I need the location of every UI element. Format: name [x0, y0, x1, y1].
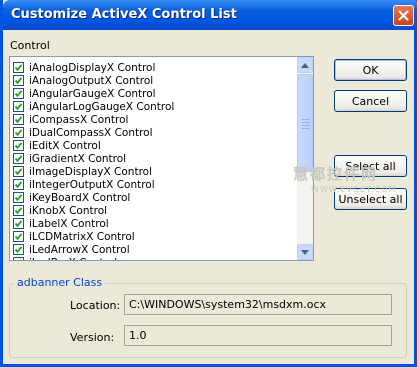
item-checkbox[interactable] — [13, 166, 24, 177]
check-icon — [14, 64, 23, 72]
check-icon — [14, 168, 23, 176]
item-checkbox[interactable] — [13, 153, 24, 164]
version-label: Version: — [70, 331, 115, 344]
list-item-label: iAnalogOutputX Control — [29, 74, 154, 87]
item-checkbox[interactable] — [13, 62, 24, 73]
list-item-label: iIntegerOutputX Control — [29, 178, 155, 191]
list-item[interactable]: iLedArrowX Control — [10, 243, 298, 256]
control-list[interactable]: iAnalogDisplayX Control iAnalogOutputX Co… — [9, 56, 314, 261]
list-item-label: iAngularLogGaugeX Control — [29, 100, 175, 113]
scroll-thumb[interactable] — [297, 74, 313, 172]
thumb-grip-line — [302, 119, 310, 120]
check-icon — [14, 103, 23, 111]
thumb-grip-line — [302, 128, 310, 129]
title-bar[interactable]: Customize ActiveX Control List — [3, 0, 417, 30]
list-item[interactable]: iCompassX Control — [10, 113, 298, 126]
check-icon — [14, 181, 23, 189]
item-checkbox[interactable] — [13, 179, 24, 190]
item-checkbox[interactable] — [13, 244, 24, 255]
arrow-up-icon — [301, 62, 309, 68]
list-item[interactable]: iAngularLogGaugeX Control — [10, 100, 298, 113]
item-checkbox[interactable] — [13, 127, 24, 138]
window-title: Customize ActiveX Control List — [11, 7, 237, 22]
check-icon — [14, 246, 23, 254]
control-list-label: Control — [10, 39, 50, 52]
list-item[interactable]: iLCDMatrixX Control — [10, 230, 298, 243]
list-item-label: iKeyBoardX Control — [29, 191, 131, 204]
ok-button[interactable]: OK — [334, 59, 407, 81]
item-checkbox[interactable] — [13, 114, 24, 125]
check-icon — [20, 259, 22, 260]
list-item-label: iEditX Control — [29, 139, 101, 152]
list-item[interactable]: iLedBarX Control — [10, 256, 298, 261]
location-label: Location: — [70, 299, 121, 312]
item-checkbox[interactable] — [13, 218, 24, 229]
list-item[interactable]: iIntegerOutputX Control — [10, 178, 298, 191]
check-icon — [14, 207, 23, 215]
list-item[interactable]: iAnalogOutputX Control — [10, 74, 298, 87]
list-item-label: iAnalogDisplayX Control — [29, 61, 156, 74]
list-item[interactable]: iAngularGaugeX Control — [10, 87, 298, 100]
check-icon — [14, 90, 23, 98]
check-icon — [14, 77, 23, 85]
list-item[interactable]: iKeyBoardX Control — [10, 191, 298, 204]
scroll-up-button[interactable] — [297, 57, 313, 73]
list-item-label: iCompassX Control — [29, 113, 129, 126]
item-checkbox[interactable] — [13, 101, 24, 112]
list-item[interactable]: iEditX Control — [10, 139, 298, 152]
list-scrollbar[interactable] — [297, 57, 313, 260]
check-icon — [14, 194, 23, 202]
thumb-grip-line — [302, 125, 310, 126]
location-field[interactable]: C:\WINDOWS\system32\msdxm.ocx — [124, 294, 392, 315]
list-item-label: iGradientX Control — [29, 152, 127, 165]
item-checkbox[interactable] — [13, 192, 24, 203]
item-checkbox[interactable] — [13, 257, 24, 260]
thumb-grip-line — [302, 122, 310, 123]
close-icon — [398, 10, 409, 21]
list-item-label: iLedBarX Control — [29, 257, 117, 261]
item-checkbox[interactable] — [13, 231, 24, 242]
list-item-label: iDualCompassX Control — [29, 126, 153, 139]
list-item[interactable]: iLabelX Control — [10, 217, 298, 230]
list-item[interactable]: iDualCompassX Control — [10, 126, 298, 139]
control-list-items: iAnalogDisplayX Control iAnalogOutputX Co… — [10, 61, 298, 261]
check-icon — [14, 116, 23, 124]
check-icon — [14, 233, 23, 241]
list-item-label: iImageDisplayX Control — [29, 165, 152, 178]
close-button[interactable] — [393, 5, 414, 26]
list-item-label: iAngularGaugeX Control — [29, 87, 156, 100]
list-item[interactable]: iImageDisplayX Control — [10, 165, 298, 178]
item-checkbox[interactable] — [13, 75, 24, 86]
list-item-label: iLCDMatrixX Control — [29, 230, 135, 243]
item-checkbox[interactable] — [13, 140, 24, 151]
details-group-title: adbanner Class — [14, 276, 106, 289]
item-checkbox[interactable] — [13, 205, 24, 216]
list-item-label: iKnobX Control — [29, 204, 108, 217]
item-checkbox[interactable] — [13, 88, 24, 99]
list-item-label: iLabelX Control — [29, 217, 109, 230]
cancel-button[interactable]: Cancel — [334, 90, 407, 112]
watermark-url: WWW.EVGET.COM — [311, 185, 397, 194]
scroll-down-button[interactable] — [297, 244, 313, 260]
check-icon — [14, 220, 23, 228]
version-field[interactable]: 1.0 — [124, 325, 392, 346]
arrow-down-icon — [301, 249, 309, 255]
check-icon — [14, 142, 23, 150]
check-icon — [14, 155, 23, 163]
list-item[interactable]: iAnalogDisplayX Control — [10, 61, 298, 74]
watermark-text: 慧都控件网 — [293, 165, 379, 183]
check-icon — [14, 129, 23, 137]
list-item[interactable]: iGradientX Control — [10, 152, 298, 165]
list-item-label: iLedArrowX Control — [29, 243, 130, 256]
list-item[interactable]: iKnobX Control — [10, 204, 298, 217]
